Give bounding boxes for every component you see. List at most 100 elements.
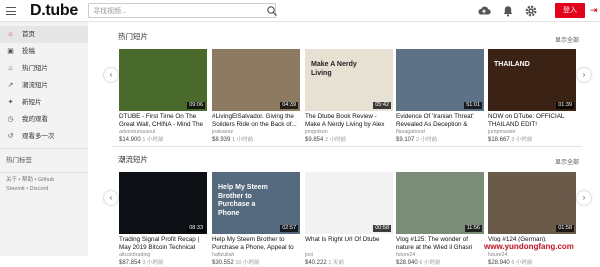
video-value: $28.940 — [488, 259, 510, 266]
video-meta: $40.222 1 天前 — [305, 259, 393, 267]
video-card[interactable]: 11:56 Vlog #125: The wonder of nature at … — [396, 172, 484, 267]
video-time: 6 小时前 — [419, 259, 441, 266]
video-card[interactable]: 04:39 #LivingElSalvador. Giving the Soild… — [212, 49, 300, 144]
watermark-text: www.yundongfang.com — [482, 242, 576, 251]
video-thumbnail[interactable]: Help My Steem Brother to Purchase a Phon… — [212, 172, 300, 234]
video-title[interactable]: Help My Steem Brother to Purchase a Phon… — [212, 236, 300, 251]
hamburger-menu-icon[interactable] — [6, 7, 16, 15]
sidebar-footer-links[interactable]: 关于 • 帮助 • Github — [0, 176, 88, 185]
new-icon: ✦ — [7, 99, 14, 106]
sidebar-item-6[interactable]: ↺ 观看多一次 — [0, 128, 88, 145]
video-meta: $28.940 6 小时前 — [396, 259, 484, 267]
video-card[interactable]: 09:06 DTUBE - First Time On The Great Wal… — [119, 49, 207, 144]
section-divider — [112, 146, 582, 147]
video-value: $9.854 — [305, 136, 324, 143]
upload-cloud-icon[interactable] — [477, 4, 491, 18]
scroll-left-arrow-icon[interactable]: ‹ — [104, 191, 118, 205]
video-card[interactable]: 51:01 Evidence Of 'Iranian Threat' Reveal… — [396, 49, 484, 144]
video-value: $18.667 — [488, 136, 510, 143]
video-card[interactable]: 00:58 What Is Right Url Of Dtube josi $40.2… — [305, 172, 393, 267]
sidebar-item-label: 观看多一次 — [22, 133, 55, 140]
video-time: 6 小时前 — [511, 259, 533, 266]
sidebar-item-1[interactable]: ▣ 投稿 — [0, 43, 88, 60]
scroll-right-arrow-icon[interactable]: › — [577, 191, 591, 205]
video-value: $28.940 — [396, 259, 418, 266]
video-thumbnail[interactable]: 09:06 — [119, 49, 207, 111]
sidebar-tags-heading[interactable]: 热门标签 — [0, 152, 88, 169]
video-card[interactable]: 01:58Vlog #124 (German): Entkommen aus d… — [488, 172, 576, 267]
video-time: 10 小时前 — [235, 259, 260, 266]
section-title-hot[interactable]: 热门短片 — [118, 31, 148, 42]
video-duration: 01:58 — [556, 225, 574, 232]
video-value: $8.939 — [212, 136, 231, 143]
video-card[interactable]: 08:33 Trading Signal Profit Recap | May 2… — [119, 172, 207, 267]
home-icon: ⌂ — [8, 31, 13, 38]
video-thumbnail[interactable]: 04:39 — [212, 49, 300, 111]
video-title[interactable]: Vlog #125: The wonder of nature at the W… — [396, 236, 484, 251]
video-value: $9.107 — [396, 136, 415, 143]
video-thumbnail[interactable]: 08:33 — [119, 172, 207, 234]
video-duration: 04:39 — [280, 102, 298, 109]
video-title[interactable]: Trading Signal Profit Recap | May 2019 B… — [119, 236, 207, 251]
video-thumbnail[interactable]: 01:58 — [488, 172, 576, 234]
sidebar-item-5[interactable]: ◷ 我的观看 — [0, 111, 88, 128]
notification-bell-icon[interactable] — [501, 4, 515, 18]
sidebar-item-label: 投稿 — [22, 48, 35, 55]
video-card[interactable]: Help My Steem Brother to Purchase a Phon… — [212, 172, 300, 267]
sidebar-divider — [0, 172, 88, 173]
sidebar-divider — [0, 148, 88, 149]
sidebar-item-0[interactable]: ⌂ 首页 — [0, 26, 88, 43]
video-duration: 02:57 — [280, 225, 298, 232]
show-all-hot-link[interactable]: 显示全部 — [555, 35, 579, 44]
video-title[interactable]: What Is Right Url Of Dtube — [305, 236, 393, 251]
video-time: 2 小时前 — [416, 136, 438, 143]
video-duration: 08:33 — [187, 225, 205, 232]
top-bar: D.tube 寻找视频... 登入 ⇥ — [0, 0, 600, 22]
video-title[interactable]: The Dtube Book Review - Make A Nerdy Liv… — [305, 113, 393, 128]
video-title[interactable]: DTUBE - First Time On The Great Wall, CH… — [119, 113, 207, 128]
sidebar: ⌂ 首页 ▣ 投稿 ♨ 热门短片 ↗ 潮流短片 ✦ 新短片 ◷ 我的观看 ↺ 观看多一次 热门标签 关于 … — [0, 22, 88, 256]
video-title[interactable]: #LivingElSalvador. Giving the Soilders R… — [212, 113, 300, 128]
video-card[interactable]: Make A Nerdy Living 05:42 The Dtube Book R… — [305, 49, 393, 144]
sidebar-item-4[interactable]: ✦ 新短片 — [0, 94, 88, 111]
sidebar-item-2[interactable]: ♨ 热门短片 — [0, 60, 88, 77]
sidebar-footer-links-2[interactable]: Steemit • Discord — [0, 185, 88, 194]
video-duration: 11:56 — [464, 225, 482, 232]
video-title[interactable]: Evidence Of 'Iranian Threat' Revealed As… — [396, 113, 484, 128]
video-thumbnail[interactable]: 00:58 — [305, 172, 393, 234]
scroll-right-arrow-icon[interactable]: › — [577, 68, 591, 82]
sign-in-arrow-icon[interactable]: ⇥ — [590, 5, 598, 16]
video-thumbnail[interactable]: 11:56 — [396, 172, 484, 234]
sidebar-item-3[interactable]: ↗ 潮流短片 — [0, 77, 88, 94]
sidebar-item-label: 潮流短片 — [22, 82, 48, 89]
video-icon: ▣ — [7, 48, 14, 55]
video-value: $14.900 — [119, 136, 141, 143]
settings-gear-icon[interactable] — [524, 4, 538, 18]
section-title-trending[interactable]: 潮流短片 — [118, 154, 148, 165]
dtube-logo[interactable]: D.tube — [30, 2, 78, 20]
video-duration: 51:01 — [464, 102, 482, 109]
video-meta: $9.854 2 小时前 — [305, 136, 393, 144]
video-card[interactable]: THAILAND 01:39 NOW on DTube: OFFICIAL THAI… — [488, 49, 576, 144]
video-time: 3 小时前 — [511, 136, 533, 143]
login-button[interactable]: 登入 — [555, 3, 585, 18]
video-time: 1 小时前 — [142, 136, 164, 143]
video-thumbnail[interactable]: THAILAND 01:39 — [488, 49, 576, 111]
sidebar-item-label: 我的观看 — [22, 116, 48, 123]
sidebar-item-label: 热门短片 — [22, 65, 48, 72]
show-all-trending-link[interactable]: 显示全部 — [555, 157, 579, 166]
video-time: 1 天前 — [328, 259, 344, 266]
video-duration: 05:42 — [373, 102, 391, 109]
video-value: $30.552 — [212, 259, 234, 266]
video-thumbnail[interactable]: 51:01 — [396, 49, 484, 111]
video-title[interactable]: NOW on DTube: OFFICIAL THAILAND EDIT! — [488, 113, 576, 128]
scroll-left-arrow-icon[interactable]: ‹ — [104, 68, 118, 82]
search-input[interactable]: 寻找视频... — [88, 3, 276, 18]
video-time: 1 小时前 — [232, 136, 254, 143]
video-time: 2 小时前 — [325, 136, 347, 143]
video-duration: 01:39 — [556, 102, 574, 109]
video-thumbnail[interactable]: Make A Nerdy Living 05:42 — [305, 49, 393, 111]
video-meta: $87.854 3 小时前 — [119, 259, 207, 267]
video-meta: $9.107 2 小时前 — [396, 136, 484, 144]
search-icon[interactable] — [266, 5, 278, 17]
